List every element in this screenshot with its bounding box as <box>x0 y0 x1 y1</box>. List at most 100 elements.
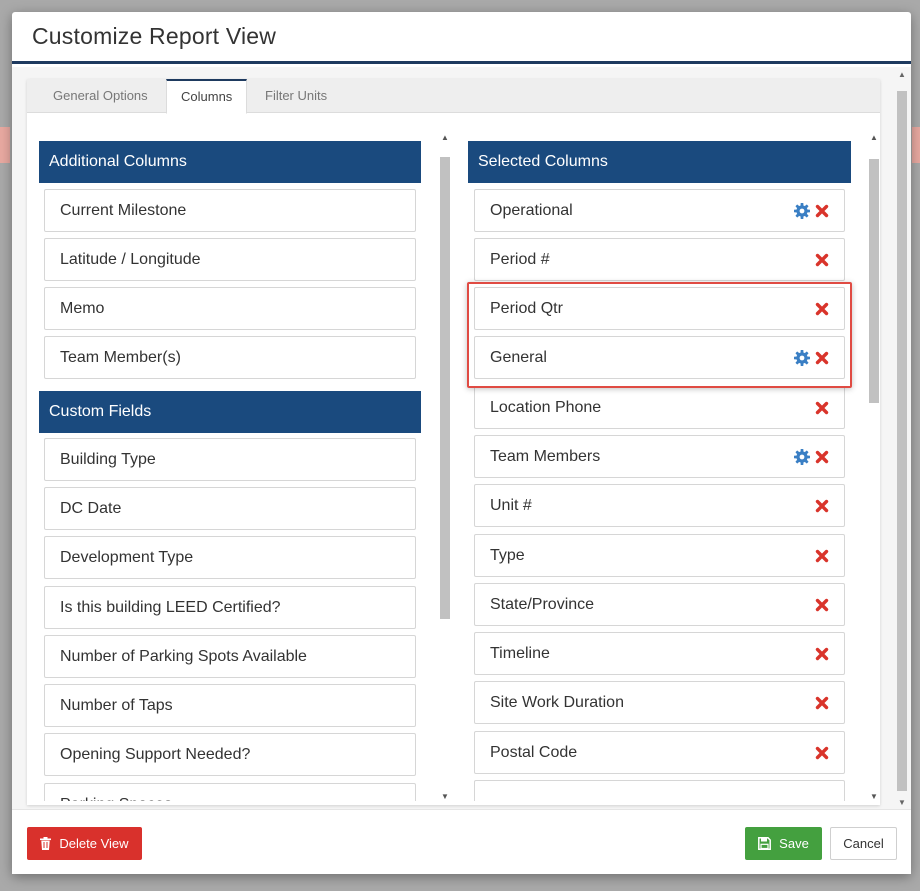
tab-panel: General Options Columns Filter Units Add… <box>27 79 880 805</box>
selected-column-label: Team Members <box>490 448 601 465</box>
scroll-up-arrow-icon[interactable]: ▲ <box>438 133 452 142</box>
selected-column-item[interactable] <box>474 780 845 801</box>
times-icon[interactable] <box>814 695 830 711</box>
selected-column-label: Site Work Duration <box>490 694 624 711</box>
selected-column-label: Timeline <box>490 645 550 662</box>
background-alert-strip <box>0 127 10 163</box>
scroll-down-arrow-icon[interactable]: ▼ <box>896 797 908 809</box>
item-actions <box>793 190 830 231</box>
times-icon[interactable] <box>814 597 830 613</box>
left-list-scrollbar[interactable]: ▲ ▼ <box>438 133 452 801</box>
item-actions <box>793 337 830 378</box>
selected-column-label: State/Province <box>490 596 595 613</box>
selected-column-item[interactable]: Site Work Duration <box>474 681 845 724</box>
custom-field-item[interactable]: Development Type <box>44 536 416 579</box>
selected-column-item[interactable]: Period Qtr <box>474 287 845 330</box>
selected-column-label: Postal Code <box>490 744 578 761</box>
save-button[interactable]: Save <box>745 827 822 860</box>
modal-scrollbar[interactable]: ▲ ▼ <box>896 69 908 809</box>
gear-icon[interactable] <box>793 349 811 367</box>
custom-field-item[interactable]: Is this building LEED Certified? <box>44 586 416 629</box>
modal-title: Customize Report View <box>32 23 277 49</box>
times-icon[interactable] <box>814 252 830 268</box>
right-list-scrollbar[interactable]: ▲ ▼ <box>867 133 881 801</box>
selected-column-item[interactable]: State/Province <box>474 583 845 626</box>
item-actions <box>814 633 830 674</box>
scroll-up-arrow-icon[interactable]: ▲ <box>867 133 881 142</box>
selected-column-label: Unit # <box>490 497 532 514</box>
custom-fields-header: Custom Fields <box>39 391 421 433</box>
background-alert-strip-right <box>912 127 920 163</box>
times-icon[interactable] <box>814 449 830 465</box>
selected-column-label: Operational <box>490 202 573 219</box>
custom-field-item[interactable]: Number of Parking Spots Available <box>44 635 416 678</box>
scroll-up-arrow-icon[interactable]: ▲ <box>896 69 908 81</box>
scrollbar-thumb[interactable] <box>869 159 879 403</box>
modal-footer: Delete View Save Cancel <box>12 809 911 874</box>
scroll-down-arrow-icon[interactable]: ▼ <box>867 792 881 801</box>
item-actions <box>814 732 830 773</box>
delete-view-button[interactable]: Delete View <box>27 827 142 860</box>
custom-field-item[interactable]: DC Date <box>44 487 416 530</box>
cancel-button[interactable]: Cancel <box>830 827 897 860</box>
times-icon[interactable] <box>814 301 830 317</box>
item-actions <box>814 239 830 280</box>
item-actions <box>814 485 830 526</box>
selected-columns-list: Operational Period # Period Qtr General Loca… <box>467 185 867 801</box>
item-actions <box>814 387 830 428</box>
custom-field-item[interactable]: Parking Spaces <box>44 783 416 801</box>
gear-icon[interactable] <box>793 202 811 220</box>
selected-column-item[interactable]: Unit # <box>474 484 845 527</box>
floppy-disk-icon <box>758 837 772 850</box>
selected-column-label: Period Qtr <box>490 300 563 317</box>
tab-filter-units[interactable]: Filter Units <box>251 79 341 113</box>
selected-column-item[interactable]: Postal Code <box>474 731 845 774</box>
custom-field-item[interactable]: Building Type <box>44 438 416 481</box>
scrollbar-thumb[interactable] <box>897 91 907 791</box>
selected-column-label: General <box>490 349 547 366</box>
item-actions <box>814 584 830 625</box>
times-icon[interactable] <box>814 548 830 564</box>
item-actions <box>814 288 830 329</box>
times-icon[interactable] <box>814 745 830 761</box>
custom-field-item[interactable]: Number of Taps <box>44 684 416 727</box>
tab-columns[interactable]: Columns <box>166 79 248 114</box>
times-icon[interactable] <box>814 646 830 662</box>
gear-icon[interactable] <box>793 448 811 466</box>
available-column-item[interactable]: Team Member(s) <box>44 336 416 379</box>
tab-general-options[interactable]: General Options <box>39 79 162 113</box>
additional-columns-header: Additional Columns <box>39 141 421 183</box>
selected-column-label: Type <box>490 547 525 564</box>
selected-columns-header: Selected Columns <box>468 141 851 183</box>
item-actions <box>814 682 830 723</box>
item-actions <box>793 436 830 477</box>
selected-column-item[interactable]: Timeline <box>474 632 845 675</box>
selected-column-item[interactable]: Period # <box>474 238 845 281</box>
selected-column-item[interactable]: Type <box>474 534 845 577</box>
delete-view-label: Delete View <box>59 836 129 851</box>
selected-column-item[interactable]: General <box>474 336 845 379</box>
selected-column-item[interactable]: Team Members <box>474 435 845 478</box>
selected-column-item[interactable]: Location Phone <box>474 386 845 429</box>
times-icon[interactable] <box>814 350 830 366</box>
scrollbar-thumb[interactable] <box>440 157 450 619</box>
trash-icon <box>40 837 52 850</box>
available-column-item[interactable]: Current Milestone <box>44 189 416 232</box>
item-actions <box>814 535 830 576</box>
tab-bar: General Options Columns Filter Units <box>27 79 880 114</box>
available-column-item[interactable]: Latitude / Longitude <box>44 238 416 281</box>
available-column-item[interactable]: Memo <box>44 287 416 330</box>
custom-fields-list: Building Type DC Date Development Type I… <box>27 435 427 801</box>
times-icon[interactable] <box>814 498 830 514</box>
save-label: Save <box>779 836 809 851</box>
times-icon[interactable] <box>814 400 830 416</box>
custom-field-item[interactable]: Opening Support Needed? <box>44 733 416 776</box>
scroll-down-arrow-icon[interactable]: ▼ <box>438 792 452 801</box>
modal-body: ▲ ▼ General Options Columns Filter Units… <box>12 67 911 809</box>
selected-column-label: Location Phone <box>490 399 602 416</box>
selected-column-item[interactable]: Operational <box>474 189 845 232</box>
modal-header: Customize Report View <box>12 12 911 64</box>
selected-column-label: Period # <box>490 251 550 268</box>
times-icon[interactable] <box>814 203 830 219</box>
customize-report-modal: Customize Report View ▲ ▼ General Option… <box>12 12 911 874</box>
